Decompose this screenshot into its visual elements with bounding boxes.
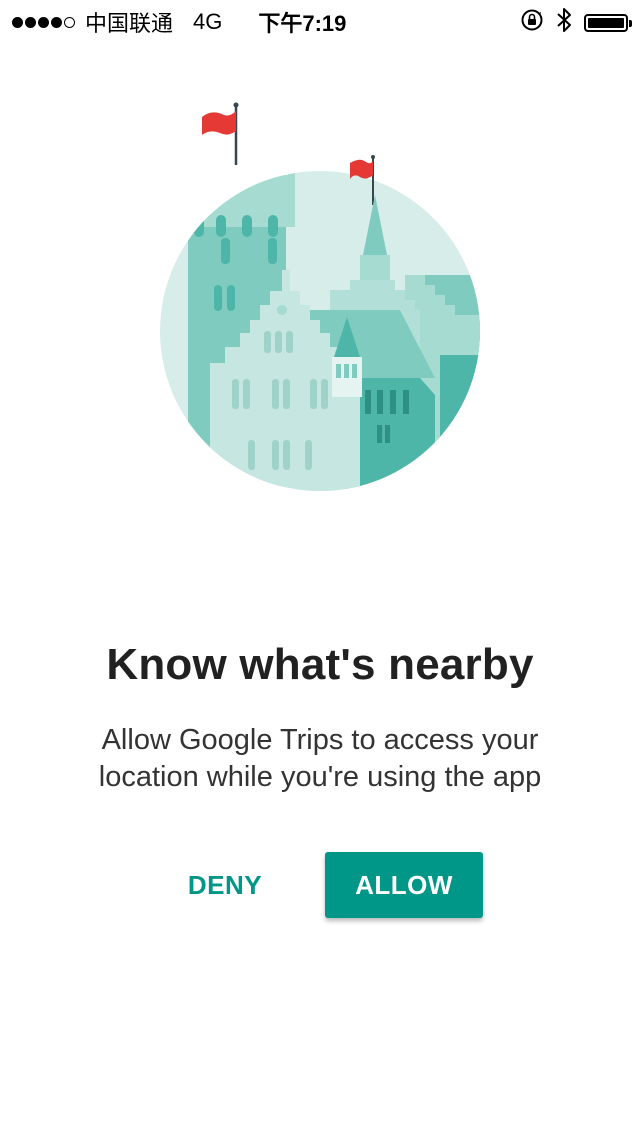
description-line-2: location while you're using the app [98, 761, 542, 793]
signal-strength-icon [12, 16, 77, 28]
status-bar: 中国联通 4G 下午7:19 [0, 0, 640, 40]
description-line-1: Allow Google Trips to access your [101, 724, 539, 756]
permission-description: Allow Google Trips to access your locati… [60, 722, 580, 796]
status-right [508, 7, 632, 39]
battery-icon [584, 14, 632, 32]
page-title: Know what's nearby [106, 640, 534, 689]
network-type: 4G [193, 9, 223, 34]
status-left: 中国联通 4G 下午7:19 [12, 6, 346, 38]
orientation-lock-icon [520, 8, 544, 38]
carrier-name: 中国联通 [85, 11, 174, 36]
allow-button[interactable]: ALLOW [325, 852, 483, 918]
bluetooth-icon [556, 7, 572, 39]
deny-button[interactable]: DENY [165, 852, 285, 918]
status-time: 下午7:19 [258, 11, 347, 36]
castle-illustration [150, 95, 490, 505]
